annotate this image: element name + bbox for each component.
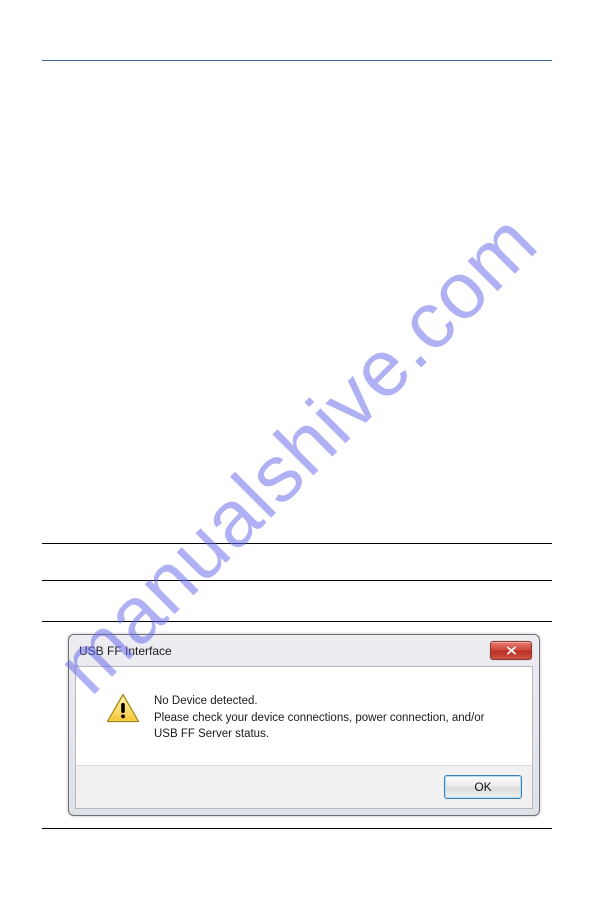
close-button[interactable] — [490, 641, 532, 660]
separator-rule-1 — [42, 543, 552, 544]
warning-icon — [106, 693, 140, 723]
separator-rule-2 — [42, 580, 552, 581]
dialog-title: USB FF Interface — [79, 644, 172, 658]
close-icon — [506, 646, 517, 655]
ok-button-label: OK — [474, 780, 491, 794]
message-line-1: No Device detected. — [154, 695, 258, 707]
dialog-window: USB FF Interface — [68, 634, 540, 816]
dialog-titlebar[interactable]: USB FF Interface — [75, 641, 533, 666]
ok-button[interactable]: OK — [444, 775, 522, 799]
page-content: USB FF Interface — [0, 0, 594, 918]
separator-rule-3 — [42, 621, 552, 622]
dialog-client-area: No Device detected. Please check your de… — [75, 666, 533, 809]
dialog-button-row: OK — [76, 765, 532, 808]
header-rule — [42, 60, 552, 61]
separator-rule-4 — [42, 828, 552, 829]
message-line-2: Please check your device connections, po… — [154, 712, 485, 741]
dialog-message: No Device detected. Please check your de… — [154, 693, 510, 743]
dialog-message-row: No Device detected. Please check your de… — [76, 667, 532, 765]
